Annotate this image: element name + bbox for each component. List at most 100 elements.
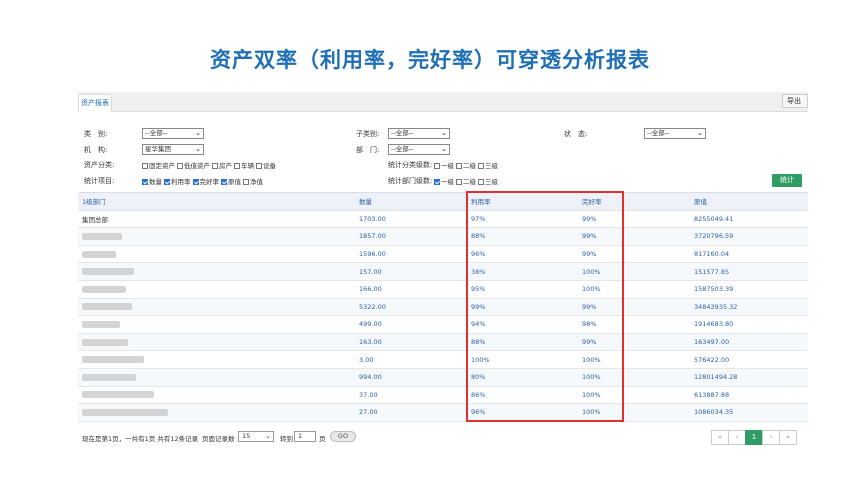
checkbox-option[interactable]: 完好率	[192, 176, 219, 186]
cell-dept[interactable]	[78, 245, 355, 264]
checkbox[interactable]	[434, 179, 440, 185]
table-row[interactable]: 37.00 86% 100% 613887.88	[78, 386, 808, 405]
checkbox[interactable]	[177, 163, 183, 169]
cell-dept[interactable]	[78, 386, 355, 405]
checkbox[interactable]	[243, 179, 249, 185]
table-row[interactable]: 157.00 38% 100% 151577.85	[78, 262, 808, 281]
checkbox[interactable]	[192, 179, 199, 185]
checkbox[interactable]	[142, 179, 148, 185]
current-page-button[interactable]: 1	[745, 430, 763, 445]
cell-dept[interactable]	[78, 368, 355, 387]
cell-util: 100%	[467, 350, 578, 369]
checkbox-option[interactable]: 房产	[212, 160, 232, 170]
checkbox-option[interactable]: 利用率	[164, 176, 191, 186]
redacted-name	[82, 232, 122, 240]
table-row[interactable]: 3.00 100% 100% 576422.00	[78, 350, 808, 369]
col-header-qty[interactable]: 数量	[355, 192, 467, 211]
cell-util: 88%	[467, 333, 578, 352]
cell-dept[interactable]	[78, 227, 355, 246]
goto-page-input[interactable]: 1	[294, 431, 316, 442]
checkbox[interactable]	[434, 163, 440, 169]
table-row[interactable]: 163.00 88% 99% 163497.00	[78, 333, 808, 352]
checkbox-option[interactable]: 三级	[478, 160, 498, 170]
checkbox-option[interactable]: 一级	[434, 176, 454, 186]
page-size-select[interactable]: 15 ⌄	[238, 431, 274, 442]
redacted-name	[82, 303, 132, 311]
cell-dept[interactable]	[78, 262, 355, 281]
cell-dept[interactable]: 集团总部	[78, 210, 355, 229]
checkbox[interactable]	[478, 163, 484, 169]
cell-dept[interactable]	[78, 350, 355, 369]
checkbox[interactable]	[142, 163, 148, 169]
table-row[interactable]: 166.00 95% 100% 1587503.39	[78, 280, 808, 299]
checkbox-label: 净值	[250, 178, 263, 186]
dept-select[interactable]: --全部-- ⌄	[388, 144, 450, 155]
checkbox[interactable]	[212, 163, 218, 169]
table-row[interactable]: 1596.00 96% 99% 817160.04	[78, 245, 808, 264]
checkbox-option[interactable]: 净值	[243, 176, 263, 186]
pagination-footer: 现在是第1页，一共有1页 共有12条记录 页面记录数 15 ⌄ 转到 1 页 G…	[78, 430, 808, 446]
checkbox-option[interactable]: 二级	[456, 160, 476, 170]
page-unit-label: 页	[319, 435, 326, 443]
table-row[interactable]: 27.00 96% 100% 1086034.35	[78, 403, 808, 422]
chevron-down-icon: ⌄	[195, 129, 201, 137]
table-header-row: 1级部门 数量 利用率 完好率 原值	[78, 192, 808, 211]
checkbox-option[interactable]: 一级	[434, 160, 454, 170]
table-row[interactable]: 499.00 94% 98% 1914683.80	[78, 315, 808, 334]
col-header-dept[interactable]: 1级部门	[78, 192, 355, 211]
checkbox-option[interactable]: 车辆	[234, 160, 254, 170]
stat-class-level-checkboxes: 一级 二级 三级	[434, 160, 500, 170]
checkbox[interactable]	[456, 179, 462, 185]
checkbox-option[interactable]: 原值	[221, 176, 241, 186]
checkbox[interactable]	[221, 179, 227, 185]
subcategory-select[interactable]: --全部-- ⌄	[388, 128, 450, 139]
cell-dept[interactable]	[78, 333, 355, 352]
cell-value: 163497.00	[690, 333, 808, 352]
status-label: 状 态:	[564, 130, 588, 138]
export-button[interactable]: 导出	[782, 94, 808, 108]
status-select[interactable]: --全部-- ⌄	[644, 128, 706, 139]
stat-button[interactable]: 统计	[772, 174, 802, 187]
checkbox-option[interactable]: 二级	[456, 176, 476, 186]
col-header-util[interactable]: 利用率	[467, 192, 578, 211]
cell-qty: 27.00	[355, 403, 467, 422]
cell-util: 97%	[467, 210, 578, 229]
col-header-good[interactable]: 完好率	[578, 192, 690, 211]
next-page-button[interactable]: ›	[762, 430, 780, 445]
first-page-button[interactable]: «	[711, 430, 729, 445]
table-row[interactable]: 5322.00 99% 99% 34843935.32	[78, 298, 808, 317]
cell-qty: 5322.00	[355, 298, 467, 317]
checkbox-option[interactable]: 低值资产	[177, 160, 210, 170]
cell-dept[interactable]	[78, 298, 355, 317]
stat-dept-level-checkboxes: 一级 二级 三级	[434, 176, 500, 186]
checkbox-option[interactable]: 设备	[256, 160, 276, 170]
checkbox-label: 房产	[219, 162, 232, 170]
org-select[interactable]: 星华集团 ⌄	[142, 144, 204, 155]
last-page-button[interactable]: »	[779, 430, 797, 445]
category-select[interactable]: --全部-- ⌄	[142, 128, 204, 139]
checkbox-label: 数量	[149, 178, 162, 186]
cell-dept[interactable]	[78, 280, 355, 299]
table-row[interactable]: 集团总部 1703.00 97% 99% 8255049.41	[78, 210, 808, 229]
checkbox[interactable]	[478, 179, 484, 185]
status-select-value: --全部--	[647, 129, 670, 137]
checkbox[interactable]	[456, 163, 462, 169]
col-header-value[interactable]: 原值	[690, 192, 808, 211]
checkbox[interactable]	[164, 179, 170, 185]
checkbox-option[interactable]: 数量	[142, 176, 162, 186]
prev-page-button[interactable]: ‹	[728, 430, 746, 445]
cell-util: 95%	[467, 280, 578, 299]
go-button[interactable]: GO	[330, 431, 356, 442]
checkbox-option[interactable]: 三级	[478, 176, 498, 186]
table-row[interactable]: 994.00 80% 100% 12801494.28	[78, 368, 808, 387]
category-label: 类 别:	[84, 130, 108, 138]
cell-qty: 499.00	[355, 315, 467, 334]
cell-dept[interactable]	[78, 403, 355, 422]
checkbox[interactable]	[256, 163, 262, 169]
table-row[interactable]: 1857.00 88% 99% 3720796.59	[78, 227, 808, 246]
checkbox[interactable]	[234, 163, 240, 169]
tab-asset-report[interactable]: 资产报表	[78, 94, 112, 112]
cell-good: 100%	[578, 262, 690, 281]
cell-dept[interactable]	[78, 315, 355, 334]
checkbox-option[interactable]: 固定资产	[142, 160, 175, 170]
